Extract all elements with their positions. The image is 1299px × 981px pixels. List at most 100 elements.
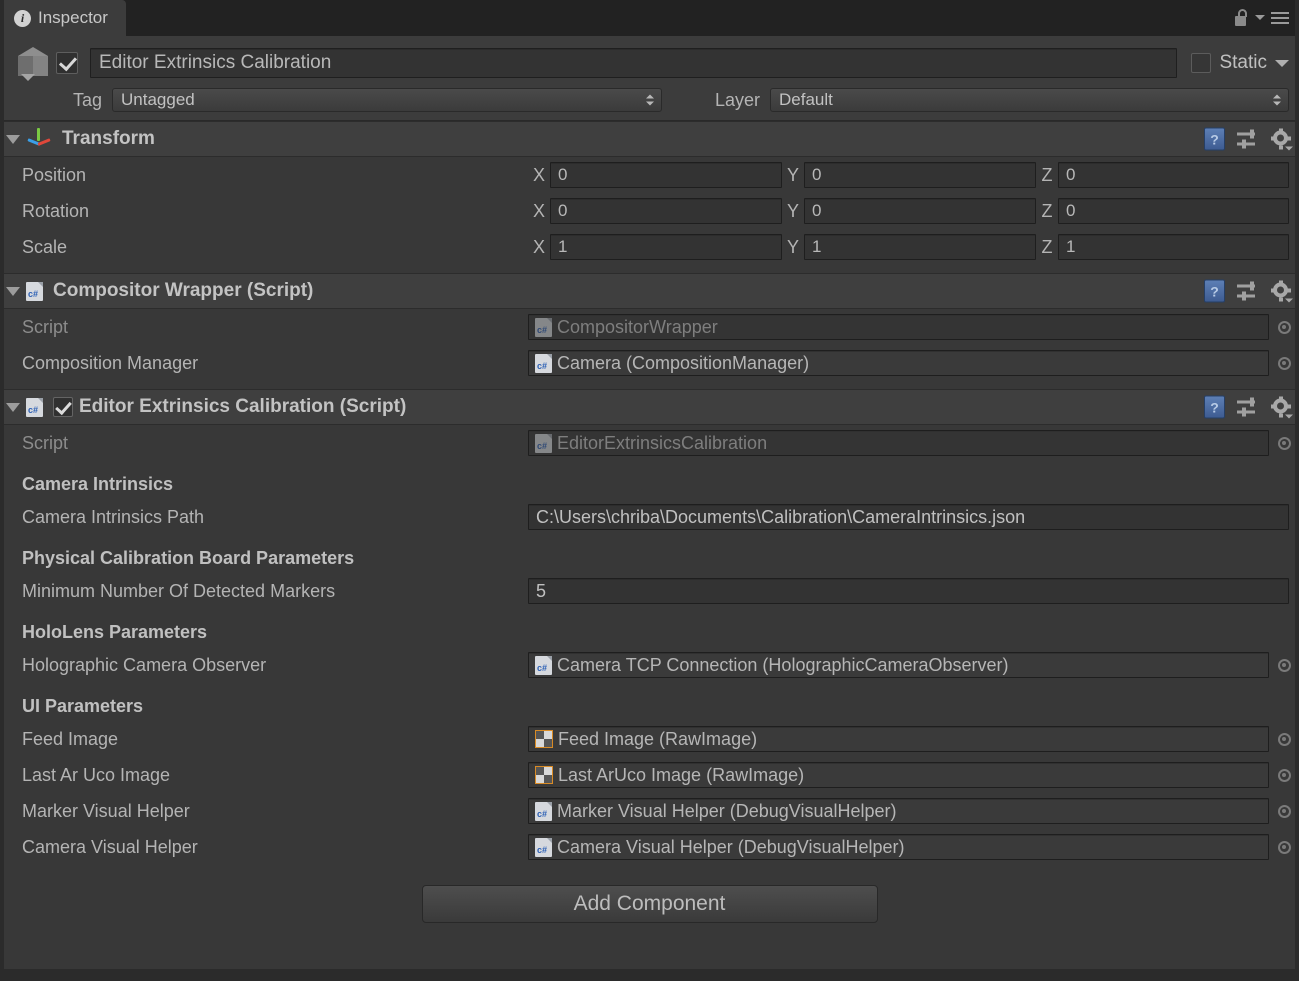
lock-icon[interactable] [1235, 9, 1249, 26]
tag-layer-row: Tag Untagged Layer Default [10, 88, 1289, 112]
csharp-script-icon [26, 397, 43, 417]
camera-visual-helper-row: Camera Visual Helper Camera Visual Helpe… [0, 829, 1299, 865]
composition-manager-field[interactable]: Camera (CompositionManager) [528, 350, 1269, 376]
section-heading: HoloLens Parameters [22, 622, 208, 642]
feed-image-field[interactable]: Feed Image (RawImage) [528, 726, 1269, 752]
camera-intrinsics-path-input[interactable]: C:\Users\chriba\Documents\Calibration\Ca… [528, 504, 1289, 530]
component-title: Transform [62, 128, 155, 149]
rotation-z-input[interactable]: 0 [1058, 198, 1289, 224]
csharp-script-icon [26, 281, 43, 301]
static-group: Static [1191, 52, 1289, 74]
section-heading: Camera Intrinsics [22, 474, 174, 494]
rotation-x-input[interactable]: 0 [550, 198, 782, 224]
inspector-tabbar: i Inspector [0, 0, 1299, 36]
vector3-field: X 0 Y 0 Z 0 [528, 198, 1299, 224]
foldout-arrow-icon[interactable] [6, 134, 20, 144]
hamburger-menu-icon[interactable] [1271, 11, 1289, 24]
camera-visual-helper-value: Camera Visual Helper (DebugVisualHelper) [557, 836, 905, 857]
component-header-editor-extrinsics-calibration[interactable]: Editor Extrinsics Calibration (Script) ? [0, 389, 1299, 425]
gear-icon[interactable] [1271, 280, 1293, 302]
help-icon[interactable]: ? [1204, 395, 1225, 419]
gameobject-enabled-checkbox[interactable] [56, 52, 78, 74]
component-header-icons: ? [1204, 127, 1293, 151]
axis-label-y: Y [786, 200, 799, 221]
component-header-transform[interactable]: Transform ? [0, 121, 1299, 157]
camera-visual-helper-field[interactable]: Camera Visual Helper (DebugVisualHelper) [528, 834, 1269, 860]
layer-dropdown[interactable]: Default [770, 88, 1289, 112]
component-header-compositor-wrapper[interactable]: Compositor Wrapper (Script) ? [0, 273, 1299, 309]
axis-label-x: X [532, 200, 545, 221]
add-component-button[interactable]: Add Component [421, 885, 878, 923]
gameobject-cube-icon[interactable] [10, 43, 56, 83]
camera-intrinsics-path-row: Camera Intrinsics Path C:\Users\chriba\D… [0, 499, 1299, 535]
scale-z-input[interactable]: 1 [1058, 234, 1289, 260]
section-heading: Physical Calibration Board Parameters [22, 548, 355, 568]
raw-image-icon [535, 766, 553, 784]
tab-inspector[interactable]: i Inspector [0, 0, 126, 36]
static-checkbox[interactable] [1191, 53, 1212, 73]
preset-icon[interactable] [1237, 281, 1259, 301]
feed-image-value: Feed Image (RawImage) [558, 728, 758, 749]
position-x-input[interactable]: 0 [550, 162, 782, 188]
preset-icon[interactable] [1237, 129, 1259, 149]
help-icon[interactable]: ? [1204, 279, 1225, 303]
last-aruco-image-row: Last Ar Uco Image Last ArUco Image (RawI… [0, 757, 1299, 793]
holographic-camera-observer-row: Holographic Camera Observer Camera TCP C… [0, 647, 1299, 683]
gameobject-name-row: Editor Extrinsics Calibration Static [10, 44, 1289, 82]
gameobject-name-input[interactable]: Editor Extrinsics Calibration [90, 48, 1178, 78]
csharp-script-icon [535, 655, 552, 675]
tab-inspector-label: Inspector [38, 8, 108, 27]
tag-value: Untagged [121, 90, 195, 109]
composition-manager-row: Composition Manager Camera (CompositionM… [0, 345, 1299, 381]
script-reference-field: EditorExtrinsicsCalibration [528, 430, 1269, 456]
property-label: Script [22, 316, 69, 337]
axis-label-z: Z [1041, 236, 1053, 257]
panel-right-edge [1295, 0, 1299, 981]
csharp-script-icon [535, 801, 552, 821]
axis-label-x: X [532, 164, 545, 185]
foldout-arrow-icon[interactable] [6, 402, 20, 412]
preset-icon[interactable] [1237, 397, 1259, 417]
minimum-markers-input[interactable]: 5 [528, 578, 1289, 604]
layer-label: Layer [714, 89, 760, 110]
transform-position-row: Position X 0 Y 0 Z 0 [0, 157, 1299, 193]
scale-y-input[interactable]: 1 [804, 234, 1036, 260]
foldout-arrow-icon[interactable] [6, 286, 20, 296]
property-label: Holographic Camera Observer [22, 654, 267, 675]
tag-dropdown[interactable]: Untagged [112, 88, 662, 112]
compositor-wrapper-body: Script CompositorWrapper Composition Man… [0, 309, 1299, 389]
chevron-down-icon[interactable] [1255, 15, 1265, 20]
panel-bottom-strip [0, 969, 1299, 981]
script-reference-field: CompositorWrapper [528, 314, 1269, 340]
script-row: Script CompositorWrapper [0, 309, 1299, 345]
section-heading: UI Parameters [22, 696, 144, 716]
gear-icon[interactable] [1271, 396, 1293, 418]
axis-label-x: X [532, 236, 545, 257]
static-label: Static [1219, 52, 1267, 73]
property-label: Camera Visual Helper [22, 836, 198, 857]
gear-icon[interactable] [1271, 128, 1293, 150]
component-header-icons: ? [1204, 395, 1293, 419]
last-aruco-image-field[interactable]: Last ArUco Image (RawImage) [528, 762, 1269, 788]
component-title: Compositor Wrapper (Script) [53, 280, 314, 301]
property-label: Feed Image [22, 728, 119, 749]
transform-body: Position X 0 Y 0 Z 0 Rotation X 0 Y 0 Z … [0, 157, 1299, 273]
tabbar-controls [1235, 9, 1289, 26]
layer-value: Default [779, 90, 833, 109]
csharp-script-icon [535, 353, 552, 373]
transform-scale-row: Scale X 1 Y 1 Z 1 [0, 229, 1299, 265]
component-enabled-checkbox[interactable] [53, 397, 73, 417]
script-row: Script EditorExtrinsicsCalibration [0, 425, 1299, 461]
gameobject-header: Editor Extrinsics Calibration Static Tag… [0, 36, 1299, 121]
property-label: Script [22, 432, 69, 453]
help-icon[interactable]: ? [1204, 127, 1225, 151]
holographic-camera-observer-value: Camera TCP Connection (HolographicCamera… [557, 654, 1009, 675]
static-dropdown-icon[interactable] [1275, 59, 1289, 67]
property-label: Rotation [22, 200, 90, 221]
position-z-input[interactable]: 0 [1058, 162, 1289, 188]
holographic-camera-observer-field[interactable]: Camera TCP Connection (HolographicCamera… [528, 652, 1269, 678]
rotation-y-input[interactable]: 0 [804, 198, 1036, 224]
scale-x-input[interactable]: 1 [550, 234, 782, 260]
position-y-input[interactable]: 0 [804, 162, 1036, 188]
marker-visual-helper-field[interactable]: Marker Visual Helper (DebugVisualHelper) [528, 798, 1269, 824]
